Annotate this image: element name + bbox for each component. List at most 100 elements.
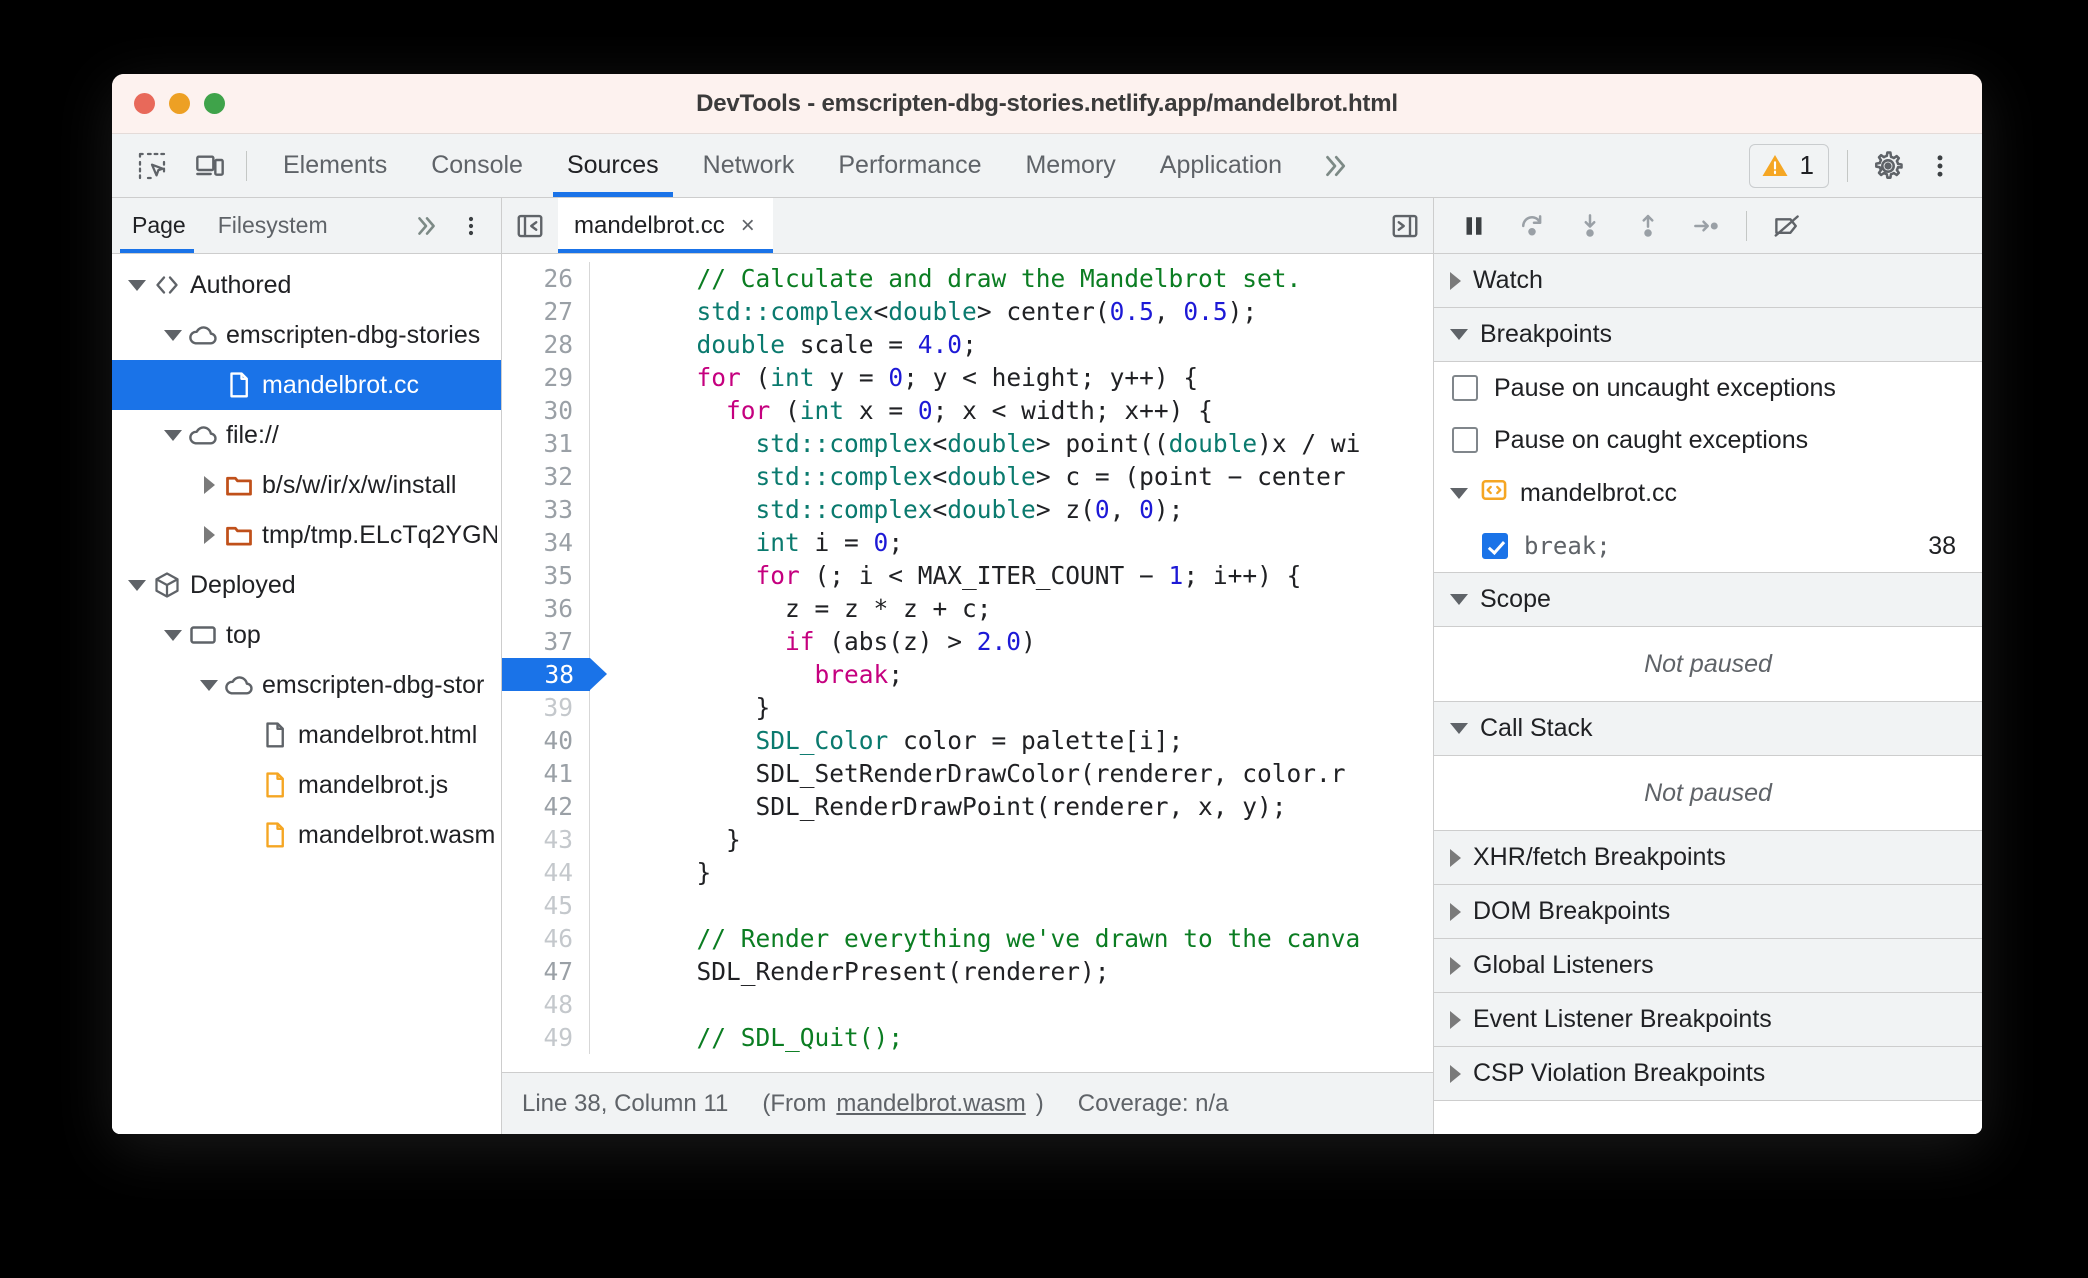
tab-memory[interactable]: Memory [1003,134,1137,197]
tab-application[interactable]: Application [1138,134,1304,197]
minimize-window-button[interactable] [169,93,190,114]
pause-uncaught-checkbox[interactable] [1452,375,1478,401]
section-breakpoints[interactable]: Breakpoints [1434,308,1982,362]
line-number[interactable]: 45 [502,889,590,922]
code-line[interactable]: 30 for (int x = 0; x < width; x++) { [502,394,1433,427]
navigator-kebab-menu-icon[interactable] [451,212,501,240]
pause-on-caught-exceptions-row[interactable]: Pause on caught exceptions [1434,414,1982,466]
tree-item[interactable]: Authored [112,260,501,310]
code-line[interactable]: 33 std::complex<double> z(0, 0); [502,493,1433,526]
close-window-button[interactable] [134,93,155,114]
code-line[interactable]: 44 } [502,856,1433,889]
panel-collapse-left-icon[interactable] [502,198,558,253]
editor-tab-mandelbrot-cc[interactable]: mandelbrot.cc × [558,198,773,253]
section-call-stack[interactable]: Call Stack [1434,702,1982,756]
chevron-down-icon[interactable] [160,329,186,341]
deactivate-breakpoints-button[interactable] [1761,203,1813,249]
line-number[interactable]: 48 [502,988,590,1021]
line-number[interactable]: 33 [502,493,590,526]
chevron-down-icon[interactable] [160,429,186,441]
code-line[interactable]: 42 SDL_RenderDrawPoint(renderer, x, y); [502,790,1433,823]
tab-elements[interactable]: Elements [261,134,409,197]
code-line[interactable]: 41 SDL_SetRenderDrawColor(renderer, colo… [502,757,1433,790]
line-number[interactable]: 44 [502,856,590,889]
line-number[interactable]: 37 [502,625,590,658]
code-line[interactable]: 40 SDL_Color color = palette[i]; [502,724,1433,757]
more-tabs-icon[interactable] [1304,134,1366,197]
section-watch[interactable]: Watch [1434,254,1982,308]
step-over-button[interactable] [1506,203,1558,249]
line-number[interactable]: 26 [502,262,590,295]
code-line[interactable]: 28 double scale = 4.0; [502,328,1433,361]
line-number[interactable]: 49 [502,1021,590,1054]
section-dom-breakpoints[interactable]: DOM Breakpoints [1434,885,1982,939]
section-xhr-fetch-breakpoints[interactable]: XHR/fetch Breakpoints [1434,831,1982,885]
line-number[interactable]: 31 [502,427,590,460]
step-out-button[interactable] [1622,203,1674,249]
line-number[interactable]: 41 [502,757,590,790]
line-number[interactable]: 29 [502,361,590,394]
section-scope[interactable]: Scope [1434,573,1982,627]
breakpoint-enabled-checkbox[interactable] [1482,533,1508,559]
line-number[interactable]: 32 [502,460,590,493]
section-event-listener-breakpoints[interactable]: Event Listener Breakpoints [1434,993,1982,1047]
line-number[interactable]: 40 [502,724,590,757]
breakpoint-item[interactable]: break; 38 [1434,520,1982,572]
chevron-down-icon[interactable] [196,679,222,691]
line-number[interactable]: 43 [502,823,590,856]
code-editor[interactable]: 26 // Calculate and draw the Mandelbrot … [502,254,1433,1072]
gear-icon[interactable] [1866,144,1910,188]
code-line[interactable]: 29 for (int y = 0; y < height; y++) { [502,361,1433,394]
tree-item[interactable]: file:// [112,410,501,460]
source-origin-link[interactable]: mandelbrot.wasm [836,1090,1025,1118]
tree-item[interactable]: emscripten-dbg-stor [112,660,501,710]
file-tree[interactable]: Authored emscripten-dbg-stories mandelbrot… [112,254,501,1134]
code-line[interactable]: 39 } [502,691,1433,724]
tree-item[interactable]: mandelbrot.wasm [112,810,501,860]
chevron-down-icon[interactable] [160,629,186,641]
code-line[interactable]: 47 SDL_RenderPresent(renderer); [502,955,1433,988]
line-number[interactable]: 39 [502,691,590,724]
code-line[interactable]: 32 std::complex<double> c = (point − cen… [502,460,1433,493]
kebab-menu-icon[interactable] [1918,144,1962,188]
tree-item[interactable]: emscripten-dbg-stories [112,310,501,360]
tree-item[interactable]: mandelbrot.html [112,710,501,760]
resume-pause-button[interactable] [1448,203,1500,249]
chevron-down-icon[interactable] [124,579,150,591]
tab-console[interactable]: Console [409,134,545,197]
code-line-breakpoint[interactable]: 38 break; [502,658,1433,691]
maximize-window-button[interactable] [204,93,225,114]
tree-item[interactable]: mandelbrot.js [112,760,501,810]
tab-sources[interactable]: Sources [545,134,681,197]
panel-collapse-right-icon[interactable] [1377,198,1433,253]
code-line[interactable]: 48 [502,988,1433,1021]
code-line[interactable]: 31 std::complex<double> point((double)x … [502,427,1433,460]
warning-badge[interactable]: 1 [1748,143,1829,188]
code-line[interactable]: 27 std::complex<double> center(0.5, 0.5)… [502,295,1433,328]
line-number[interactable]: 47 [502,955,590,988]
line-number[interactable]: 30 [502,394,590,427]
close-icon[interactable]: × [741,213,755,238]
line-number[interactable]: 34 [502,526,590,559]
section-global-listeners[interactable]: Global Listeners [1434,939,1982,993]
tab-performance[interactable]: Performance [816,134,1003,197]
code-line[interactable]: 26 // Calculate and draw the Mandelbrot … [502,262,1433,295]
code-line[interactable]: 43 } [502,823,1433,856]
code-line[interactable]: 35 for (; i < MAX_ITER_COUNT − 1; i++) { [502,559,1433,592]
chevron-right-icon[interactable] [196,476,222,494]
line-number[interactable]: 42 [502,790,590,823]
code-line[interactable]: 49 // SDL_Quit(); [502,1021,1433,1054]
tree-item[interactable]: tmp/tmp.ELcTq2YGN [112,510,501,560]
pause-caught-checkbox[interactable] [1452,427,1478,453]
line-number[interactable]: 46 [502,922,590,955]
chevron-right-icon[interactable] [196,526,222,544]
code-line[interactable]: 45 [502,889,1433,922]
tree-item[interactable]: Deployed [112,560,501,610]
chevron-down-icon[interactable] [124,279,150,291]
inspect-element-icon[interactable] [130,144,174,188]
line-number[interactable]: 38 [502,658,607,691]
nav-tab-filesystem[interactable]: Filesystem [202,198,344,253]
tab-network[interactable]: Network [681,134,817,197]
navigator-more-tabs-icon[interactable] [401,213,451,239]
nav-tab-page[interactable]: Page [112,198,202,253]
